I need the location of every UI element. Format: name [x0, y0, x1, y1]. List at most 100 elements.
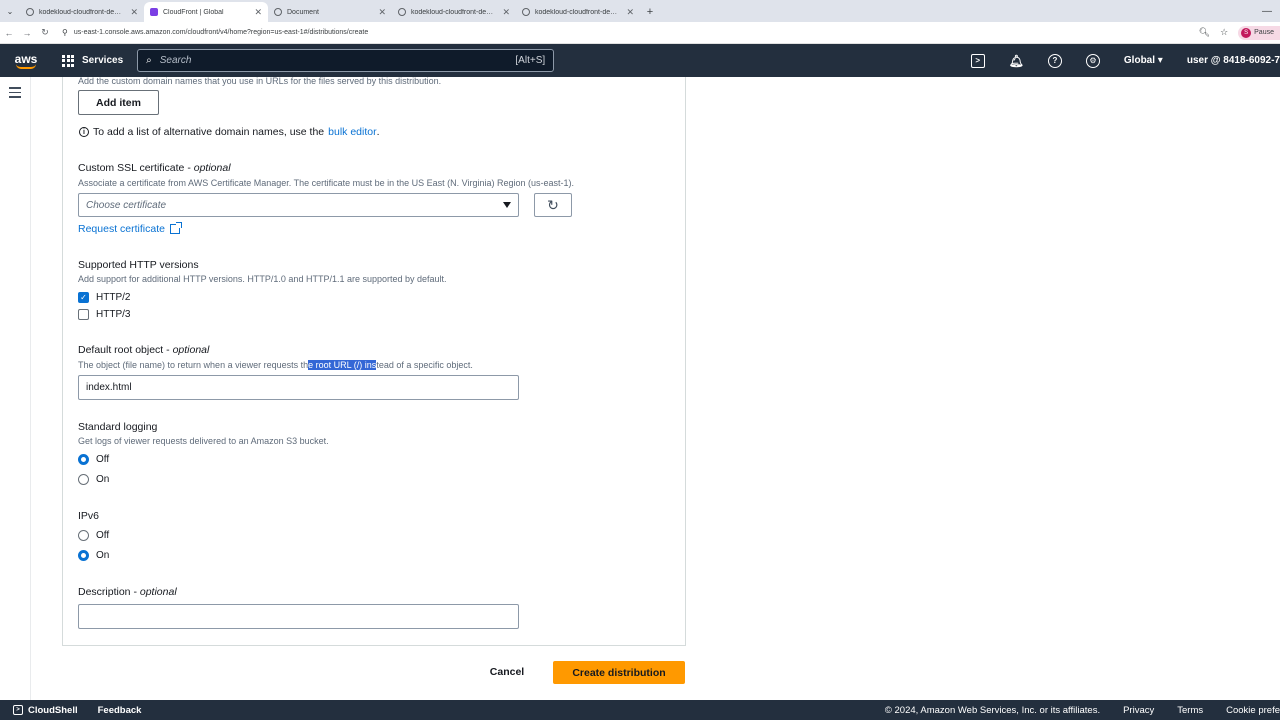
zoom-icon[interactable]: 🔍︎ [1199, 27, 1210, 38]
certificate-select[interactable]: Choose certificate [78, 193, 519, 217]
browser-tab[interactable]: kodekloud-cloudfront-demo.s3... ✕ [392, 2, 516, 22]
browser-tab[interactable]: Document ✕ [268, 2, 392, 22]
cloudfront-icon [150, 8, 158, 16]
browser-tab-active[interactable]: CloudFront | Global ✕ [144, 2, 268, 22]
search-input[interactable]: ⌕ Search [Alt+S] [137, 49, 555, 72]
aws-footer: > CloudShell Feedback © 2024, Amazon Web… [0, 700, 1280, 720]
create-distribution-button[interactable]: Create distribution [553, 661, 685, 684]
http2-checkbox-row[interactable]: ✓ HTTP/2 [78, 292, 130, 303]
search-icon: ⌕ [146, 55, 152, 66]
minimize-icon[interactable]: — [1262, 6, 1272, 17]
ipv6-on-radio[interactable] [78, 550, 89, 561]
tab-title: CloudFront | Global [163, 8, 224, 16]
logging-off-radio[interactable] [78, 454, 89, 465]
http-versions-description: Add support for additional HTTP versions… [78, 274, 447, 284]
bookmark-star-icon[interactable]: ☆ [1220, 27, 1228, 38]
selected-text: e root URL (/) ins [308, 360, 377, 370]
notifications-bell-icon[interactable]: 🔔︎ [1009, 54, 1024, 68]
bulk-info-suffix: . [376, 126, 380, 138]
browser-tab[interactable]: kodekloud-cloudfront-demo.s3... ✕ [516, 2, 640, 22]
cloudshell-icon: > [13, 705, 23, 715]
cloudshell-icon[interactable]: > [970, 53, 985, 68]
feedback-link[interactable]: Feedback [98, 705, 142, 716]
hamburger-menu-icon[interactable] [9, 87, 21, 101]
region-selector[interactable]: Global ▾ [1124, 55, 1163, 66]
cancel-button[interactable]: Cancel [478, 661, 536, 683]
bulk-info-text: To add a list of alternative domain name… [93, 126, 325, 138]
optional-tag: optional [193, 162, 231, 174]
profile-label: Pause [1254, 29, 1274, 36]
reload-icon[interactable]: ↻ [36, 27, 54, 38]
globe-icon [274, 8, 282, 16]
alt-domain-description: Add the custom domain names that you use… [78, 76, 442, 86]
root-desc-text: The object (file name) to return when a … [78, 360, 309, 370]
aws-logo[interactable]: aws [0, 53, 52, 69]
optional-tag: optional [172, 344, 210, 356]
services-menu-button[interactable]: Services [62, 54, 124, 67]
forward-icon[interactable]: → [18, 28, 36, 38]
root-object-input[interactable]: index.html [78, 375, 519, 400]
settings-gear-icon[interactable]: ⚙ [1085, 53, 1100, 68]
external-link-icon [169, 222, 182, 234]
ipv6-on-radio-row[interactable]: On [78, 550, 109, 561]
close-icon[interactable]: ✕ [378, 7, 386, 18]
root-desc-text-end: tead of a specific object. [376, 360, 473, 370]
logging-on-label: On [96, 474, 110, 485]
tab-search-icon[interactable]: ⌄ [0, 0, 20, 22]
bulk-editor-info: i To add a list of alternative domain na… [79, 126, 380, 138]
avatar: S [1241, 27, 1252, 38]
refresh-icon: ↻ [547, 196, 559, 213]
close-icon[interactable]: ✕ [130, 7, 138, 18]
http3-checkbox-row[interactable]: HTTP/3 [78, 309, 130, 320]
bulk-editor-link[interactable]: bulk editor [328, 126, 376, 138]
optional-tag: optional [139, 586, 177, 598]
add-item-button[interactable]: Add item [78, 90, 159, 115]
description-label-text: Description [78, 586, 131, 598]
aws-logo-text: aws [14, 51, 38, 66]
tab-title: kodekloud-cloudfront-demo.s3... [411, 8, 497, 16]
http2-label: HTTP/2 [96, 292, 131, 303]
logging-on-radio[interactable] [78, 474, 89, 485]
ipv6-label: IPv6 [78, 510, 100, 522]
browser-tab[interactable]: kodekloud-cloudfront-demo... ✕ [20, 2, 144, 22]
cloudshell-button[interactable]: > CloudShell [0, 705, 78, 716]
tab-title: kodekloud-cloudfront-demo... [39, 8, 126, 16]
root-label-text: Default root object [78, 344, 164, 356]
ipv6-off-radio[interactable] [78, 530, 89, 541]
back-icon[interactable]: ← [0, 28, 18, 38]
close-icon[interactable]: ✕ [254, 7, 262, 18]
close-icon[interactable]: ✕ [502, 7, 510, 18]
logging-off-radio-row[interactable]: Off [78, 454, 109, 465]
cookie-preferences-link[interactable]: Cookie prefe [1226, 705, 1280, 716]
ipv6-off-radio-row[interactable]: Off [78, 530, 109, 541]
certificate-placeholder: Choose certificate [86, 199, 167, 211]
request-certificate-link[interactable]: Request certificate [78, 222, 182, 235]
logging-on-radio-row[interactable]: On [78, 474, 109, 485]
description-label: Description - optional [78, 586, 177, 598]
privacy-link[interactable]: Privacy [1123, 705, 1154, 716]
cloudshell-label: CloudShell [28, 704, 78, 716]
profile-button[interactable]: S Pause [1238, 25, 1280, 40]
new-tab-icon[interactable]: + [640, 2, 660, 22]
refresh-certificates-button[interactable]: ↻ [534, 193, 572, 217]
url-text: us-east-1.console.aws.amazon.com/cloudfr… [73, 29, 369, 36]
site-info-icon[interactable]: ⚲ [62, 28, 68, 37]
http2-checkbox[interactable]: ✓ [78, 292, 89, 303]
url-field[interactable]: ⚲ us-east-1.console.aws.amazon.com/cloud… [62, 28, 368, 37]
window-controls: — [1262, 0, 1280, 22]
search-placeholder: Search [159, 55, 192, 66]
info-icon: i [79, 127, 89, 137]
ssl-description: Associate a certificate from AWS Certifi… [78, 178, 575, 188]
terms-link[interactable]: Terms [1177, 705, 1203, 716]
http-versions-label: Supported HTTP versions [78, 259, 199, 271]
grid-icon [62, 54, 74, 67]
tab-title: Document [287, 8, 319, 16]
description-input[interactable] [78, 604, 519, 629]
help-icon[interactable]: ? [1047, 53, 1062, 68]
services-label: Services [82, 55, 124, 66]
globe-icon [26, 8, 34, 16]
close-icon[interactable]: ✕ [626, 7, 634, 18]
http3-checkbox[interactable] [78, 309, 89, 320]
ipv6-off-label: Off [96, 530, 110, 541]
account-menu[interactable]: user @ 8418-6092-7 [1187, 55, 1280, 66]
